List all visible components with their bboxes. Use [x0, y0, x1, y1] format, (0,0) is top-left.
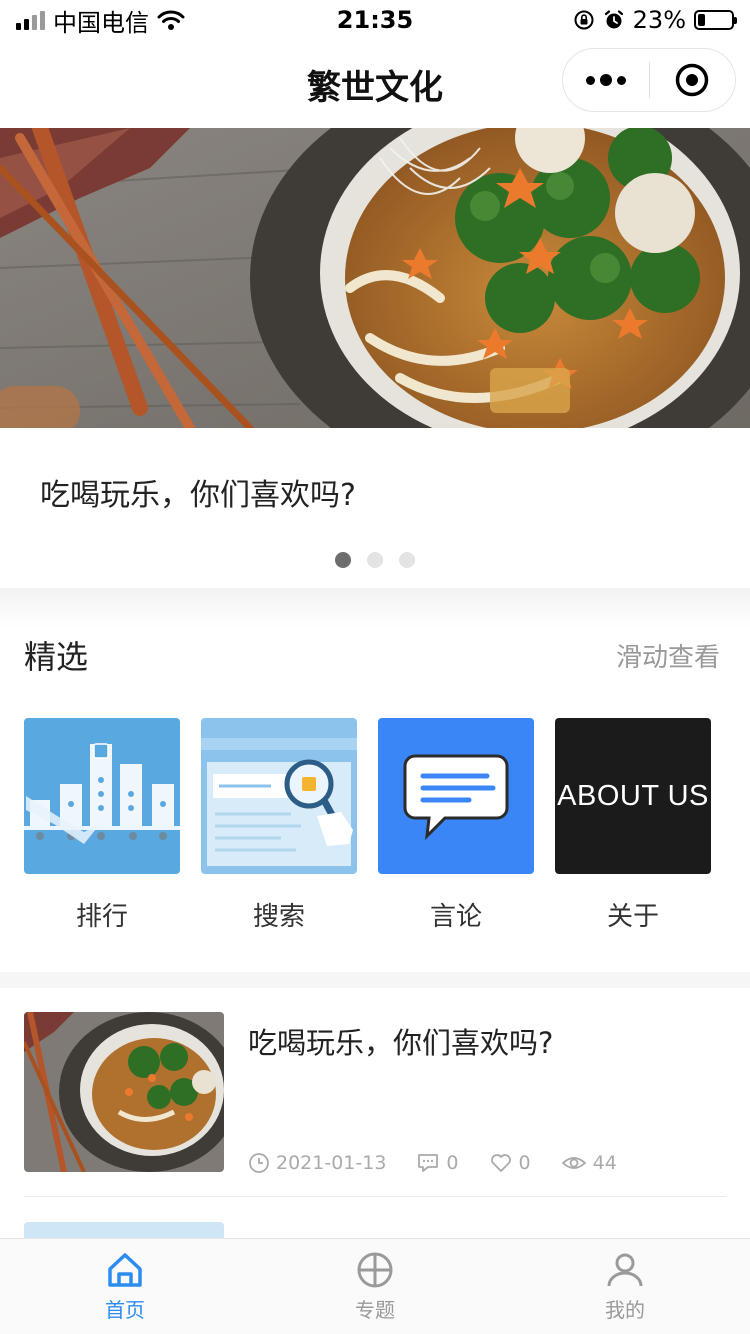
clock-icon: [249, 1153, 269, 1173]
section-divider: [0, 972, 750, 988]
featured-label: 关于: [606, 902, 659, 932]
close-miniprogram-button[interactable]: [650, 49, 736, 111]
carousel-dot[interactable]: [367, 552, 383, 568]
banner-image: [0, 128, 750, 428]
tab-label: 专题: [355, 1298, 395, 1322]
status-left: 中国电信: [16, 3, 185, 38]
heart-icon: [490, 1154, 511, 1172]
article-body: 吃喝玩乐，你们喜欢吗? 2021-01-13 0 0 44: [248, 1012, 726, 1196]
battery-icon: [694, 10, 737, 30]
battery-level: [698, 14, 706, 26]
ranking-icon: [24, 718, 180, 874]
rotation-lock-icon: [574, 10, 594, 30]
featured-item-about[interactable]: ABOUT US 关于: [555, 718, 711, 933]
about-us-tile[interactable]: ABOUT US: [555, 718, 711, 874]
article-likes[interactable]: 0: [489, 1152, 531, 1174]
carrier-label: 中国电信: [53, 8, 149, 37]
alarm-icon: [604, 10, 623, 29]
home-icon: [108, 1253, 142, 1287]
section-shadow: [0, 588, 750, 628]
featured-row: 排行 搜索 言论 ABOUT US 关于: [24, 718, 711, 933]
comments-tile[interactable]: [378, 718, 534, 874]
featured-label: 言论: [429, 902, 482, 932]
tab-bar: 首页 专题 我的: [0, 1238, 750, 1334]
tab-label: 首页: [105, 1298, 145, 1322]
target-icon: [676, 63, 709, 97]
tab-profile[interactable]: 我的: [500, 1239, 750, 1334]
eye-icon: [561, 1157, 586, 1169]
featured-title: 精选: [24, 638, 89, 676]
profile-icon: [607, 1253, 643, 1287]
featured-label: 搜索: [252, 902, 305, 932]
banner-carousel[interactable]: [0, 128, 750, 428]
article-divider: [24, 1196, 726, 1197]
wifi-icon: [157, 10, 185, 30]
nav-bar: 繁世文化: [0, 40, 750, 128]
ranking-tile[interactable]: [24, 718, 180, 874]
article-item[interactable]: 你好，黄石山: [24, 1222, 726, 1238]
article-title[interactable]: 吃喝玩乐，你们喜欢吗?: [248, 1012, 726, 1062]
article-views: 44: [561, 1152, 617, 1174]
search-tile[interactable]: [201, 718, 357, 874]
featured-item-search[interactable]: 搜索: [201, 718, 357, 933]
carousel-indicator: [0, 552, 750, 568]
about-us-tile-text: ABOUT US: [557, 779, 709, 812]
search-icon: [201, 718, 357, 874]
status-right: 23%: [573, 6, 737, 34]
more-menu-button[interactable]: [563, 49, 649, 111]
banner-caption: 吃喝玩乐，你们喜欢吗?: [40, 478, 356, 513]
tab-topics[interactable]: 专题: [250, 1239, 500, 1334]
featured-item-ranking[interactable]: 排行: [24, 718, 180, 933]
article-date-text: 2021-01-13: [276, 1152, 387, 1174]
article-thumbnail-image: [24, 1012, 224, 1172]
article-title[interactable]: 你好，黄石山: [248, 1222, 726, 1238]
page-title: 繁世文化: [307, 67, 443, 108]
signal-icon: [16, 10, 45, 30]
article-date: 2021-01-13: [248, 1152, 386, 1174]
mini-program-capsule: [562, 48, 736, 112]
swipe-hint: 滑动查看: [615, 642, 720, 673]
article-like-count: 0: [518, 1152, 531, 1174]
featured-label: 排行: [75, 902, 128, 932]
article-thumbnail[interactable]: [24, 1222, 224, 1238]
featured-header: 精选 滑动查看: [24, 632, 720, 678]
status-bar: 中国电信 21:35 23%: [0, 0, 750, 40]
comment-icon: [418, 1154, 439, 1172]
article-thumbnail[interactable]: [24, 1012, 224, 1172]
article-item[interactable]: 吃喝玩乐，你们喜欢吗? 2021-01-13 0 0 44: [24, 1012, 726, 1196]
battery-percent: 23%: [632, 6, 686, 34]
article-body: 你好，黄石山: [248, 1222, 726, 1238]
carousel-dot[interactable]: [399, 552, 415, 568]
article-comment-count: 0: [446, 1152, 459, 1174]
chat-bubble-icon: [403, 754, 509, 841]
carousel-dot[interactable]: [335, 552, 351, 568]
featured-item-comments[interactable]: 言论: [378, 718, 534, 933]
tab-label: 我的: [605, 1298, 645, 1322]
article-meta: 2021-01-13 0 0 44: [248, 1152, 617, 1174]
topics-icon: [357, 1252, 393, 1288]
tab-home[interactable]: 首页: [0, 1239, 250, 1334]
article-comments[interactable]: 0: [416, 1152, 459, 1174]
article-view-count: 44: [592, 1152, 617, 1174]
